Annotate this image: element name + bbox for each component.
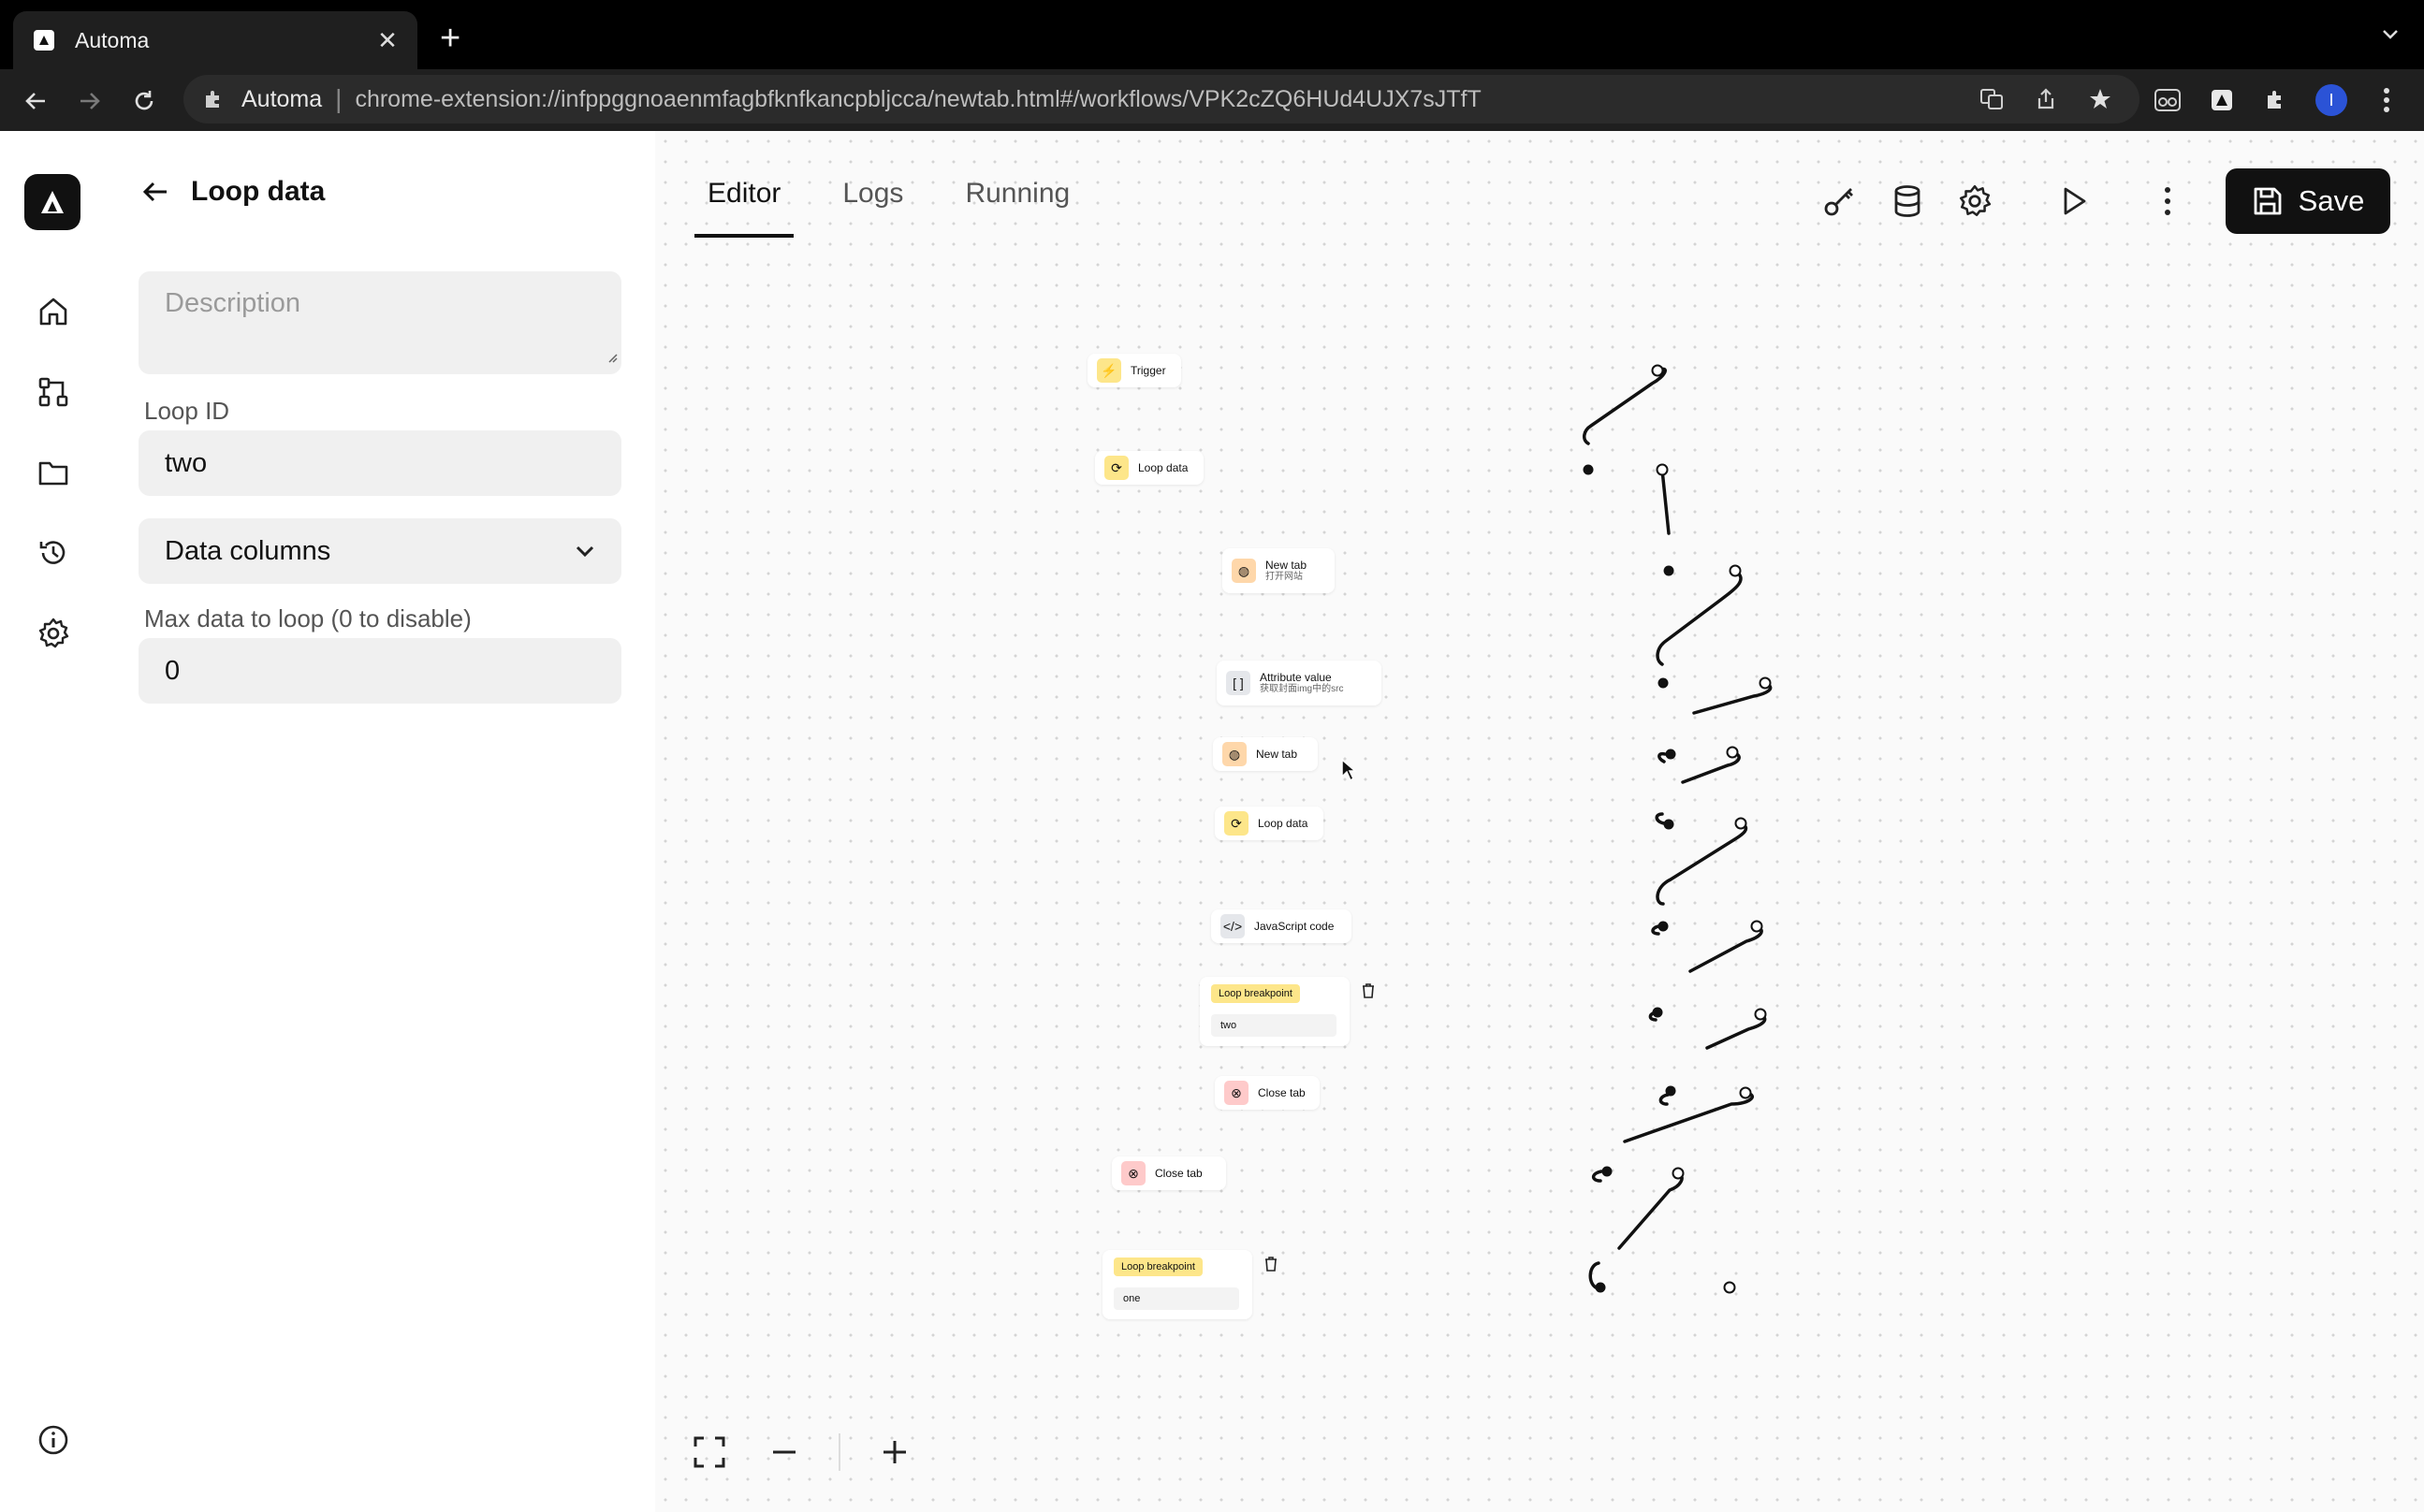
node-description: 打开网站 [1265,572,1303,582]
fullscreen-icon[interactable] [689,1432,730,1473]
omnibox-site-name: Automa [241,85,323,112]
node-label: Loop breakpoint [1211,984,1300,1003]
brackets-icon: [ ] [1226,671,1250,695]
loop-source-select[interactable]: Data columns [139,518,621,584]
extensions-puzzle-icon[interactable] [2261,85,2291,115]
profile-avatar[interactable]: I [2315,84,2347,116]
automa-logo-icon[interactable] [24,174,80,230]
loop-id-input[interactable]: two [139,430,621,496]
node-label: Loop data [1138,460,1189,474]
browser-tab[interactable]: Automa ✕ [13,11,417,69]
node-label: Loop data [1258,816,1308,830]
forward-arrow-icon[interactable] [75,86,105,116]
translate-icon[interactable] [1977,84,2007,114]
node-loop-breakpoint[interactable]: Loop breakpoint one [1102,1250,1277,1319]
tab-close-icon[interactable]: ✕ [374,26,401,55]
automa-extension-icon[interactable] [2207,85,2237,115]
max-data-input[interactable]: 0 [139,638,621,704]
node-trigger[interactable]: ⚡ Trigger [1088,354,1181,387]
workflow-edges [1583,364,1773,1294]
node-attribute-value[interactable]: [ ] Attribute value 获取封面img中的src [1217,661,1381,705]
omnibox[interactable]: Automa | chrome-extension://infppggnoaen… [183,75,2139,124]
close-circle-icon: ⊗ [1121,1161,1146,1185]
extension-puzzle-icon [202,88,225,110]
resize-handle-icon[interactable] [606,340,618,371]
history-icon[interactable] [32,531,75,574]
node-label: Loop breakpoint [1114,1258,1203,1276]
bookmark-star-icon[interactable] [2085,84,2115,114]
loop-id-value: two [165,447,208,478]
settings-gear-icon[interactable] [32,612,75,655]
node-label: Close tab [1155,1166,1203,1180]
node-description: 获取封面img中的src [1260,684,1344,694]
description-placeholder: Description [165,288,301,318]
browser-menu-icon[interactable] [2372,85,2402,115]
node-loop-data[interactable]: ⟳ Loop data [1215,807,1323,840]
folder-icon[interactable] [32,451,75,494]
loop-icon: ⟳ [1224,811,1249,836]
reader-glasses-icon[interactable] [2153,85,2183,115]
info-icon[interactable] [32,1418,75,1461]
node-label: New tab [1265,559,1307,572]
automa-favicon-icon [34,30,54,51]
lightning-icon: ⚡ [1097,358,1121,383]
node-close-tab[interactable]: ⊗ Close tab [1215,1076,1320,1110]
loop-id-field[interactable]: one [1114,1287,1239,1310]
zoom-controls [689,1432,915,1473]
omnibox-url[interactable]: chrome-extension://infppggnoaenmfagbfknf… [355,86,1481,113]
reload-icon[interactable] [129,86,159,116]
share-icon[interactable] [2031,84,2061,114]
zoom-in-icon[interactable] [874,1432,915,1473]
new-tab-icon[interactable]: + [440,21,460,56]
browser-toolbar: Automa | chrome-extension://infppggnoaen… [0,69,2424,131]
zoom-out-icon[interactable] [764,1432,805,1473]
back-arrow-icon[interactable] [21,86,51,116]
node-new-tab[interactable]: ◍ New tab [1213,737,1318,771]
panel-title: Loop data [191,176,326,207]
chevron-down-icon [575,545,595,558]
close-circle-icon: ⊗ [1224,1081,1249,1105]
block-settings-panel: Loop data Description Loop ID two Data c… [107,131,655,1512]
node-loop-data[interactable]: ⟳ Loop data [1095,451,1204,485]
loop-source-value: Data columns [165,535,331,566]
loop-icon: ⟳ [1104,456,1129,480]
node-label: Attribute value [1260,671,1332,684]
code-icon: </> [1220,914,1245,938]
node-close-tab[interactable]: ⊗ Close tab [1112,1156,1226,1190]
node-label: JavaScript code [1254,919,1335,933]
mouse-pointer-icon [1340,758,1358,787]
tab-title: Automa [75,27,150,52]
node-new-tab[interactable]: ◍ New tab 打开网站 [1222,548,1335,593]
description-textarea[interactable]: Description [139,271,621,374]
node-loop-breakpoint[interactable]: Loop breakpoint two [1200,977,1374,1046]
home-icon[interactable] [32,290,75,333]
loop-id-field[interactable]: two [1211,1014,1336,1037]
trash-icon[interactable] [1361,982,1376,1004]
max-data-value: 0 [165,655,181,686]
globe-icon: ◍ [1222,742,1247,766]
node-javascript-code[interactable]: </> JavaScript code [1211,909,1351,943]
node-label: New tab [1256,747,1298,761]
workflows-icon[interactable] [32,371,75,414]
app-sidebar-rail [0,131,107,1512]
node-label: Trigger [1131,363,1166,377]
loop-id-label: Loop ID [144,397,230,425]
trash-icon[interactable] [1263,1256,1278,1277]
tab-search-chevron-icon[interactable] [2381,28,2400,46]
max-data-label: Max data to loop (0 to disable) [144,604,472,632]
workflow-canvas[interactable]: Editor Logs Running Save ⚡ Trigger ⟳ Loo… [655,131,2424,1512]
node-label: Close tab [1258,1085,1306,1099]
globe-icon: ◍ [1232,559,1256,583]
browser-tabstrip: Automa ✕ + [0,0,2424,69]
back-arrow-icon[interactable] [140,177,170,207]
